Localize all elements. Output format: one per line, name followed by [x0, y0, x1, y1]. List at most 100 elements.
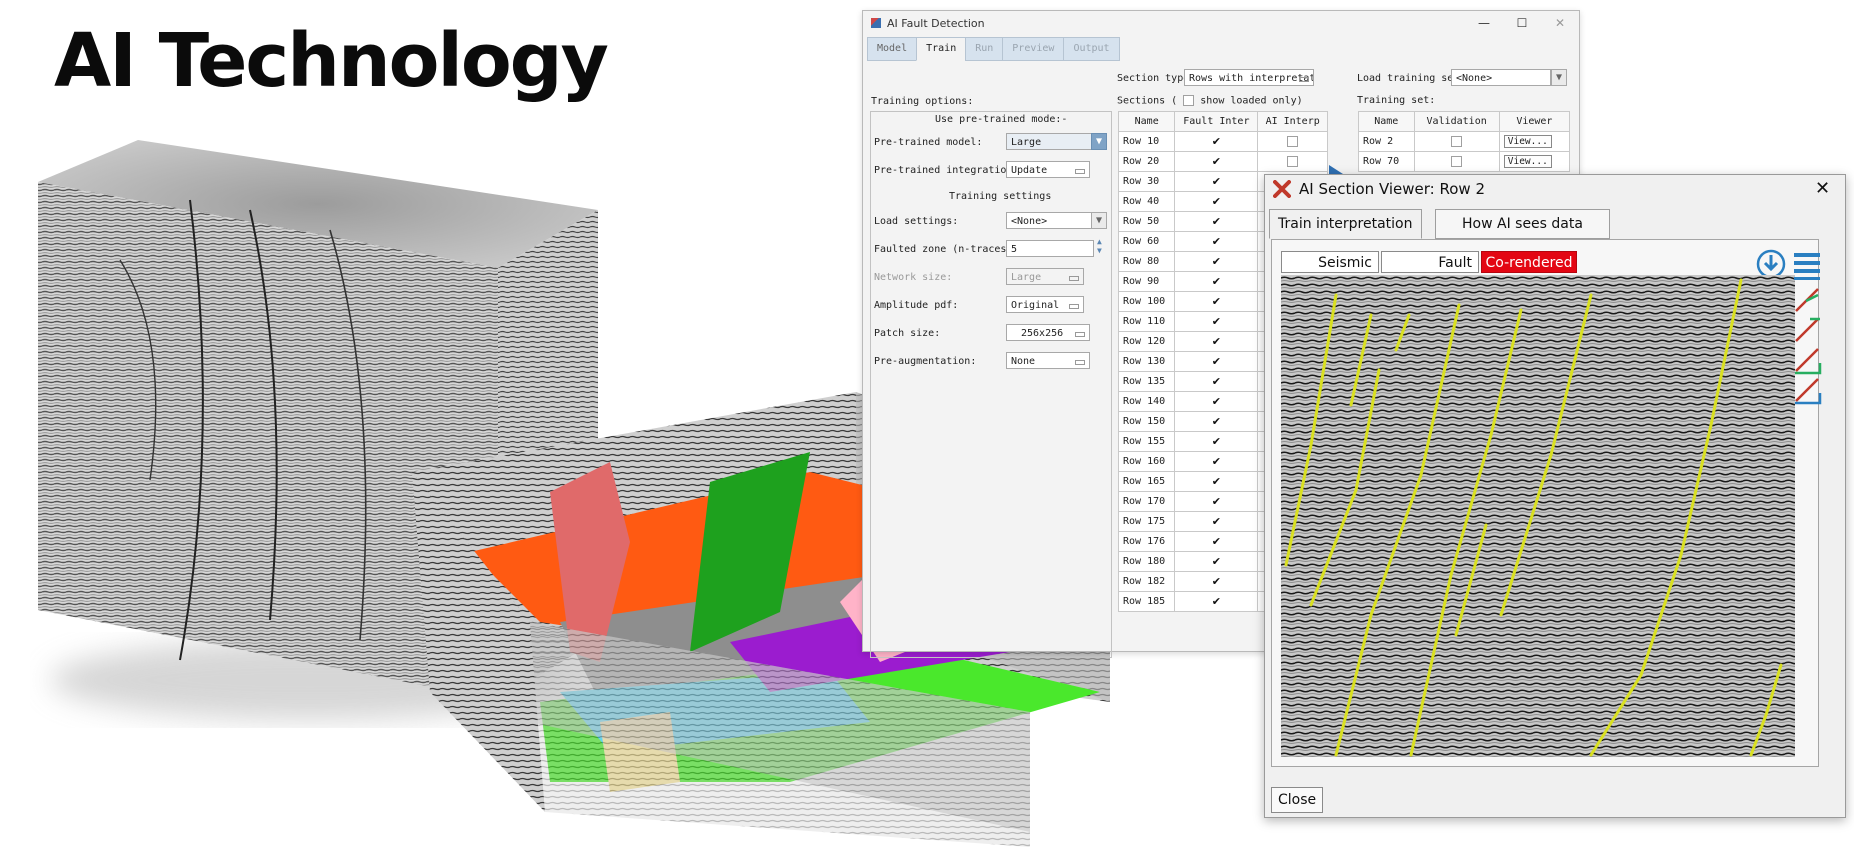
ai-interp-checkbox[interactable]	[1257, 151, 1328, 172]
fault-inter-checkbox[interactable]: ✔	[1174, 331, 1259, 352]
tab-model[interactable]: Model	[867, 37, 918, 61]
tab-train[interactable]: Train	[916, 37, 967, 61]
checkmark-icon: ✔	[1211, 575, 1221, 588]
fault-inter-checkbox[interactable]: ✔	[1174, 271, 1259, 292]
sections-column-header[interactable]: Name	[1117, 111, 1176, 132]
checkmark-icon: ✔	[1211, 515, 1221, 528]
pick-icon[interactable]	[1792, 285, 1822, 315]
viewer-titlebar: AI Section Viewer: Row 2 ✕	[1265, 175, 1845, 203]
checkbox-icon	[1287, 135, 1299, 147]
training-set-label: Training set:	[1357, 95, 1436, 106]
fault-inter-checkbox[interactable]: ✔	[1174, 471, 1259, 492]
fault-inter-checkbox[interactable]: ✔	[1174, 591, 1259, 612]
viewer-cell: View...	[1498, 131, 1571, 152]
seismic-mode-button[interactable]: Seismic	[1281, 251, 1379, 273]
pretrained-model-label: Pre-trained model:	[874, 137, 983, 148]
fault-inter-checkbox[interactable]: ✔	[1174, 131, 1259, 152]
minimize-icon[interactable]: —	[1465, 16, 1503, 30]
view-button[interactable]: View...	[1503, 155, 1552, 168]
view-button[interactable]: View...	[1503, 135, 1552, 148]
tab-run[interactable]: Run	[965, 37, 1004, 61]
training-name-cell: Row 2	[1358, 131, 1415, 152]
pre-augmentation-select[interactable]: None	[1006, 352, 1090, 369]
table-row[interactable]: Row 70 View...	[1358, 151, 1571, 172]
fault-inter-checkbox[interactable]: ✔	[1174, 351, 1259, 372]
table-row[interactable]: Row 20 ✔	[1117, 151, 1328, 172]
maximize-icon[interactable]: ☐	[1503, 16, 1541, 30]
chevron-down-icon[interactable]: ▼	[1551, 69, 1567, 86]
load-settings-select[interactable]: <None>	[1006, 212, 1092, 229]
fault-inter-checkbox[interactable]: ✔	[1174, 191, 1259, 212]
amplitude-pdf-label: Amplitude pdf:	[874, 300, 959, 311]
fault-inter-checkbox[interactable]: ✔	[1174, 431, 1259, 452]
training-column-header[interactable]: Validation	[1413, 111, 1500, 132]
pick-icon[interactable]	[1792, 315, 1822, 345]
training-column-header[interactable]: Name	[1358, 111, 1415, 132]
fault-inter-checkbox[interactable]: ✔	[1174, 151, 1259, 172]
pick-icon[interactable]	[1792, 345, 1822, 375]
chevron-down-icon[interactable]: ▼	[1091, 212, 1107, 229]
sections-column-header[interactable]: Fault Inter	[1174, 111, 1259, 132]
pick-icon[interactable]	[1792, 375, 1822, 405]
fault-inter-checkbox[interactable]: ✔	[1174, 391, 1259, 412]
patch-size-value: 256x256	[1021, 328, 1064, 339]
checkmark-icon: ✔	[1211, 275, 1221, 288]
fault-inter-checkbox[interactable]: ✔	[1174, 211, 1259, 232]
pre-augmentation-value: None	[1011, 356, 1036, 367]
section-name-cell: Row 176	[1117, 531, 1176, 552]
network-size-value: Large	[1011, 272, 1042, 283]
pretrained-integration-select[interactable]: Update	[1006, 161, 1090, 178]
list-icon[interactable]	[1792, 251, 1822, 281]
fault-mode-button[interactable]: Fault	[1381, 251, 1479, 273]
faulted-zone-input[interactable]: 5	[1006, 240, 1094, 257]
fault-inter-checkbox[interactable]: ✔	[1174, 491, 1259, 512]
show-loaded-checkbox[interactable]	[1183, 95, 1195, 106]
training-column-header[interactable]: Viewer	[1498, 111, 1571, 132]
close-icon[interactable]: ✕	[1541, 16, 1579, 30]
training-settings-label: Training settings	[949, 191, 1052, 202]
table-row[interactable]: Row 10 ✔	[1117, 131, 1328, 152]
fault-inter-checkbox[interactable]: ✔	[1174, 231, 1259, 252]
fault-inter-checkbox[interactable]: ✔	[1174, 551, 1259, 572]
fault-inter-checkbox[interactable]: ✔	[1174, 371, 1259, 392]
use-pretrained-label: Use pre-trained mode:-	[935, 114, 1068, 125]
sections-column-header[interactable]: AI Interp	[1257, 111, 1328, 132]
patch-size-select[interactable]: 256x256	[1006, 324, 1090, 341]
fault-inter-checkbox[interactable]: ✔	[1174, 291, 1259, 312]
fault-inter-checkbox[interactable]: ✔	[1174, 531, 1259, 552]
co-rendered-mode-button[interactable]: Co-rendered	[1481, 251, 1577, 273]
validation-checkbox[interactable]	[1413, 151, 1500, 172]
tab-preview[interactable]: Preview	[1002, 37, 1065, 61]
tab-train-interpretation[interactable]: Train interpretation	[1269, 209, 1422, 239]
tab-how-ai-sees-data[interactable]: How AI sees data	[1435, 209, 1610, 239]
table-row[interactable]: Row 2 View...	[1358, 131, 1571, 152]
fault-inter-checkbox[interactable]: ✔	[1174, 311, 1259, 332]
chevron-down-icon[interactable]: ▼	[1091, 133, 1107, 150]
main-titlebar: AI Fault Detection — ☐ ✕	[863, 11, 1579, 35]
fault-inter-checkbox[interactable]: ✔	[1174, 251, 1259, 272]
fault-inter-checkbox[interactable]: ✔	[1174, 511, 1259, 532]
stepper-icon[interactable]: ▲ ▼	[1097, 237, 1102, 255]
pretrained-model-select[interactable]: Large	[1006, 133, 1092, 150]
checkmark-icon: ✔	[1211, 455, 1221, 468]
viewer-cell: View...	[1498, 151, 1571, 172]
checkmark-icon: ✔	[1211, 395, 1221, 408]
viewer-close-icon[interactable]: ✕	[1815, 178, 1830, 199]
ai-interp-checkbox[interactable]	[1257, 131, 1328, 152]
tab-output[interactable]: Output	[1063, 37, 1120, 61]
section-name-cell: Row 80	[1117, 251, 1176, 272]
load-settings-label: Load settings:	[874, 216, 959, 227]
section-name-cell: Row 150	[1117, 411, 1176, 432]
load-training-set-select[interactable]: <None>	[1451, 69, 1551, 86]
amplitude-pdf-select[interactable]: Original	[1006, 296, 1084, 313]
fault-inter-checkbox[interactable]: ✔	[1174, 451, 1259, 472]
fault-inter-checkbox[interactable]: ✔	[1174, 171, 1259, 192]
section-name-cell: Row 130	[1117, 351, 1176, 372]
fault-inter-checkbox[interactable]: ✔	[1174, 411, 1259, 432]
main-window-title: AI Fault Detection	[887, 16, 985, 30]
close-button[interactable]: Close	[1271, 787, 1324, 813]
checkmark-icon: ✔	[1211, 475, 1221, 488]
fault-inter-checkbox[interactable]: ✔	[1174, 571, 1259, 592]
validation-checkbox[interactable]	[1413, 131, 1500, 152]
section-type-select[interactable]: Rows with interpretation	[1184, 69, 1314, 86]
